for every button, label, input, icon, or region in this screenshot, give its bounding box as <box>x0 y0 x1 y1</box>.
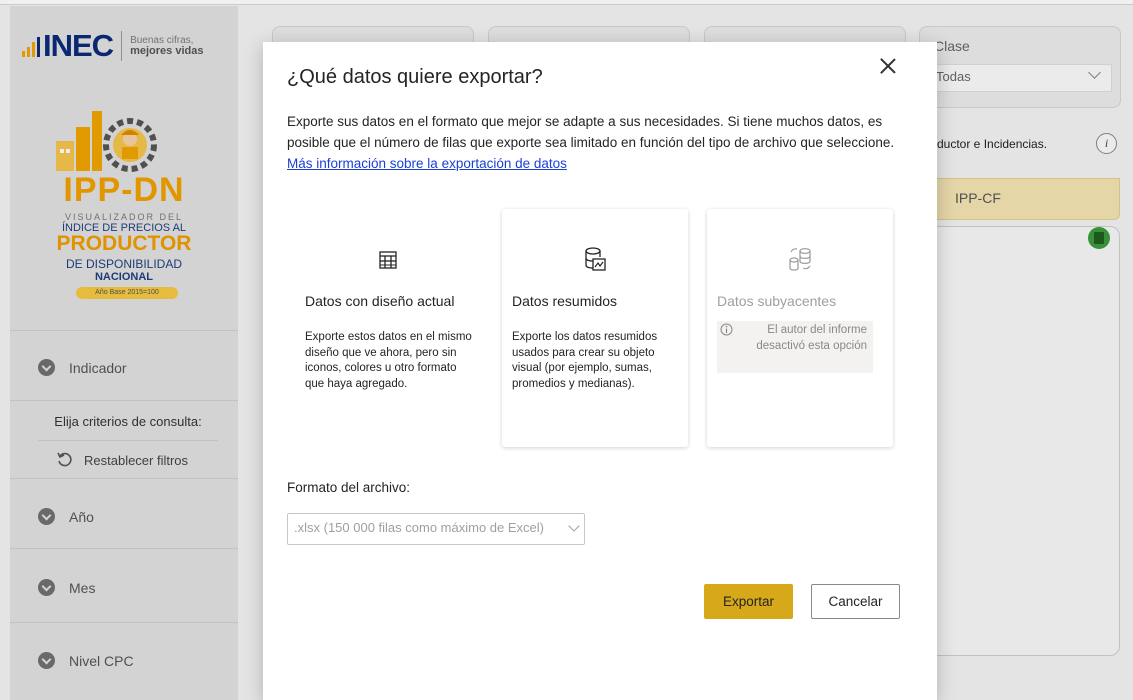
format-value: .xlsx (150 000 filas como máximo de Exce… <box>294 520 544 535</box>
export-dialog: ¿Qué datos quiere exportar? Exporte sus … <box>263 42 937 700</box>
export-button[interactable]: Exportar <box>704 584 793 619</box>
option-description: Exporte los datos resumidos usados para … <box>512 331 658 390</box>
option-title: Datos subyacentes <box>717 293 837 309</box>
disabled-note: El autor del informe desactivó esta opci… <box>717 321 873 373</box>
cancel-button[interactable]: Cancelar <box>811 584 900 619</box>
option-description: Exporte estos datos en el mismo diseño q… <box>305 331 472 390</box>
dialog-description: Exporte sus datos en el formato que mejo… <box>287 111 917 174</box>
format-label: Formato del archivo: <box>287 480 411 495</box>
option-summarized-data[interactable]: Datos resumidos Exporte los datos resumi… <box>502 209 688 447</box>
disabled-note-text: El autor del informe desactivó esta opci… <box>756 324 867 352</box>
dialog-title: ¿Qué datos quiere exportar? <box>287 66 543 88</box>
option-title: Datos con diseño actual <box>305 293 455 309</box>
table-icon <box>379 251 397 269</box>
option-underlying-data: Datos subyacentes El autor del informe d… <box>707 209 893 447</box>
close-icon[interactable] <box>875 54 901 80</box>
option-title: Datos resumidos <box>512 293 618 309</box>
learn-more-link[interactable]: Más información sobre la exportación de … <box>287 156 567 171</box>
description-text: Exporte sus datos en el formato que mejo… <box>287 114 895 150</box>
database-chart-icon <box>585 247 606 271</box>
option-current-layout[interactable]: Datos con diseño actual Exporte estos da… <box>295 209 481 447</box>
database-sync-icon <box>789 247 811 271</box>
